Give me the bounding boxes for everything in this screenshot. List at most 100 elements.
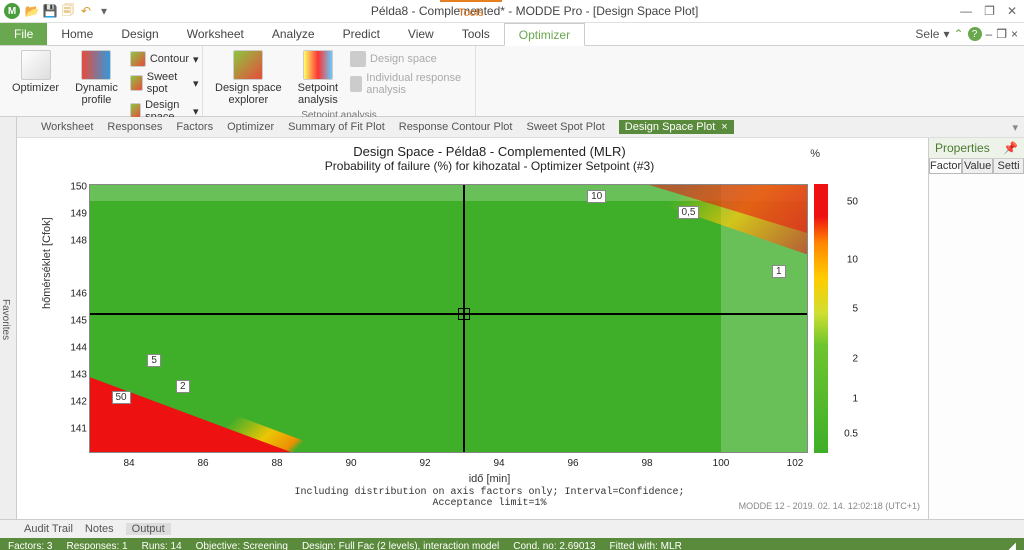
tab-view[interactable]: View (394, 23, 448, 45)
cb-tick: 10 (847, 255, 858, 266)
btab-audit-trail[interactable]: Audit Trail (24, 523, 73, 535)
individual-response-button: Individual response analysis (348, 71, 469, 97)
dynamic-profile-button[interactable]: Dynamic profile (69, 48, 124, 108)
ytick: 148 (69, 236, 87, 247)
status-design: Design: Full Fac (2 levels), interaction… (302, 541, 499, 550)
tab-predict[interactable]: Predict (329, 23, 394, 45)
dtab-design-space[interactable]: Design Space Plot× (619, 120, 734, 134)
title-bar: M 📂 💾 🗐 ↶ ▾ Példa8 - Complemented* - MOD… (0, 0, 1024, 23)
ytick: 141 (69, 424, 87, 435)
pin-icon[interactable]: 📌 (1003, 141, 1018, 155)
contour-label-50: 50 (112, 391, 131, 404)
dtab-response-contour[interactable]: Response Contour Plot (399, 121, 513, 133)
dtab-summary-fit[interactable]: Summary of Fit Plot (288, 121, 385, 133)
crosshair-horizontal[interactable] (90, 313, 807, 315)
explorer-icon (233, 50, 263, 80)
document-tabs: Worksheet Responses Factors Optimizer Su… (17, 117, 1024, 138)
select-label[interactable]: Sele (915, 27, 939, 41)
xtick: 96 (567, 458, 578, 469)
window-restore-button[interactable]: ❐ (981, 4, 998, 18)
plot-subtitle: Probability of failure (%) for kihozatal… (51, 159, 928, 173)
setpoint-analysis-button[interactable]: Setpoint analysis (292, 48, 344, 108)
app-logo-icon: M (4, 3, 20, 19)
status-runs: Runs: 14 (142, 541, 182, 550)
file-menu[interactable]: File (0, 23, 47, 45)
ira-label: Individual response analysis (366, 72, 467, 96)
help-icon[interactable]: ? (968, 27, 982, 41)
ytick: 143 (69, 370, 87, 381)
status-cond: Cond. no: 2.69013 (513, 541, 595, 550)
crosshair-center-icon[interactable] (458, 308, 470, 320)
mdi-minimize-button[interactable]: – (986, 27, 993, 41)
chart-area[interactable]: 50 5 2 10 0,5 1 (89, 184, 808, 453)
properties-pane: Properties 📌 Factor Value Setti (928, 138, 1024, 519)
colorbar-unit: % (810, 148, 820, 160)
dynamic-profile-label: Dynamic profile (75, 82, 118, 106)
select-dropdown-icon[interactable]: ▾ (943, 27, 949, 41)
dtab-worksheet[interactable]: Worksheet (41, 121, 93, 133)
qat-copy-icon[interactable]: 🗐 (60, 3, 76, 19)
optimizer-label: Optimizer (12, 82, 59, 94)
ytick: 149 (69, 209, 87, 220)
xtick: 92 (419, 458, 430, 469)
dtab-optimizer[interactable]: Optimizer (227, 121, 274, 133)
tab-analyze[interactable]: Analyze (258, 23, 329, 45)
contour-label: Contour (150, 53, 189, 65)
qat-open-icon[interactable]: 📂 (24, 3, 40, 19)
tab-home[interactable]: Home (47, 23, 107, 45)
tab-worksheet[interactable]: Worksheet (173, 23, 258, 45)
tab-tools[interactable]: Tools (448, 23, 504, 45)
x-axis-label: idő [min] (469, 473, 511, 485)
status-objective: Objective: Screening (196, 541, 288, 550)
tab-optimizer[interactable]: Optimizer (504, 23, 585, 46)
btab-notes[interactable]: Notes (85, 523, 114, 535)
contour-icon (130, 51, 146, 67)
prop-tab-setting[interactable]: Setti (993, 159, 1024, 174)
ribbon: Optimizer Dynamic profile Contour ▾ Swee… (0, 46, 1024, 117)
tab-design[interactable]: Design (107, 23, 172, 45)
qat-dropdown-icon[interactable]: ▾ (96, 3, 112, 19)
bottom-tabs: Audit Trail Notes Output (0, 519, 1024, 538)
plot-timestamp: MODDE 12 - 2019. 02. 14. 12:02:18 (UTC+1… (739, 501, 920, 511)
sweet-spot-button[interactable]: Sweet spot ▾ (128, 70, 201, 96)
contour-label-5: 5 (147, 354, 161, 367)
xtick: 90 (345, 458, 356, 469)
mdi-close-button[interactable]: × (1011, 27, 1018, 41)
optimizer-button[interactable]: Optimizer (6, 48, 65, 96)
window-minimize-button[interactable]: — (957, 4, 975, 18)
menu-bar: File Home Design Worksheet Analyze Predi… (0, 23, 1024, 46)
context-tab-tools[interactable]: Tools (440, 0, 502, 24)
qat-undo-icon[interactable]: ↶ (78, 3, 94, 19)
optimizer-icon (21, 50, 51, 80)
contour-label-2: 2 (176, 380, 190, 393)
status-bar: Factors: 3 Responses: 1 Runs: 14 Objecti… (0, 538, 1024, 550)
y-axis-label: hőmérséklet [Cfok] (41, 217, 53, 309)
xtick: 98 (641, 458, 652, 469)
status-grip-icon[interactable]: ◢ (1008, 541, 1016, 550)
status-factors: Factors: 3 (8, 541, 52, 550)
dtab-factors[interactable]: Factors (176, 121, 213, 133)
explorer-label: Design space explorer (215, 82, 282, 106)
prop-tab-value[interactable]: Value (962, 159, 993, 174)
tab-overflow-icon[interactable]: ▾ (1012, 121, 1018, 134)
cb-tick: 5 (852, 304, 858, 315)
xtick: 86 (197, 458, 208, 469)
ytick: 146 (69, 289, 87, 300)
dtab-responses[interactable]: Responses (107, 121, 162, 133)
ytick: 145 (69, 316, 87, 327)
ribbon-collapse-icon[interactable]: ⌃ (953, 27, 963, 41)
dtab-sweet-spot[interactable]: Sweet Spot Plot (526, 121, 604, 133)
qat-save-icon[interactable]: 💾 (42, 3, 58, 19)
design-space-explorer-button[interactable]: Design space explorer (209, 48, 288, 108)
prop-tab-factor[interactable]: Factor (929, 159, 962, 174)
setpoint-icon (303, 50, 333, 80)
contour-button[interactable]: Contour ▾ (128, 50, 201, 68)
window-close-button[interactable]: ✕ (1004, 4, 1020, 18)
mdi-restore-button[interactable]: ❐ (996, 27, 1007, 41)
favorites-sidebar-tab[interactable]: Favorites (0, 117, 17, 519)
btab-output[interactable]: Output (126, 523, 171, 535)
close-tab-icon[interactable]: × (721, 121, 727, 133)
ira-icon (350, 76, 362, 92)
contour-label-10: 10 (587, 190, 606, 203)
dynamic-profile-icon (81, 50, 111, 80)
